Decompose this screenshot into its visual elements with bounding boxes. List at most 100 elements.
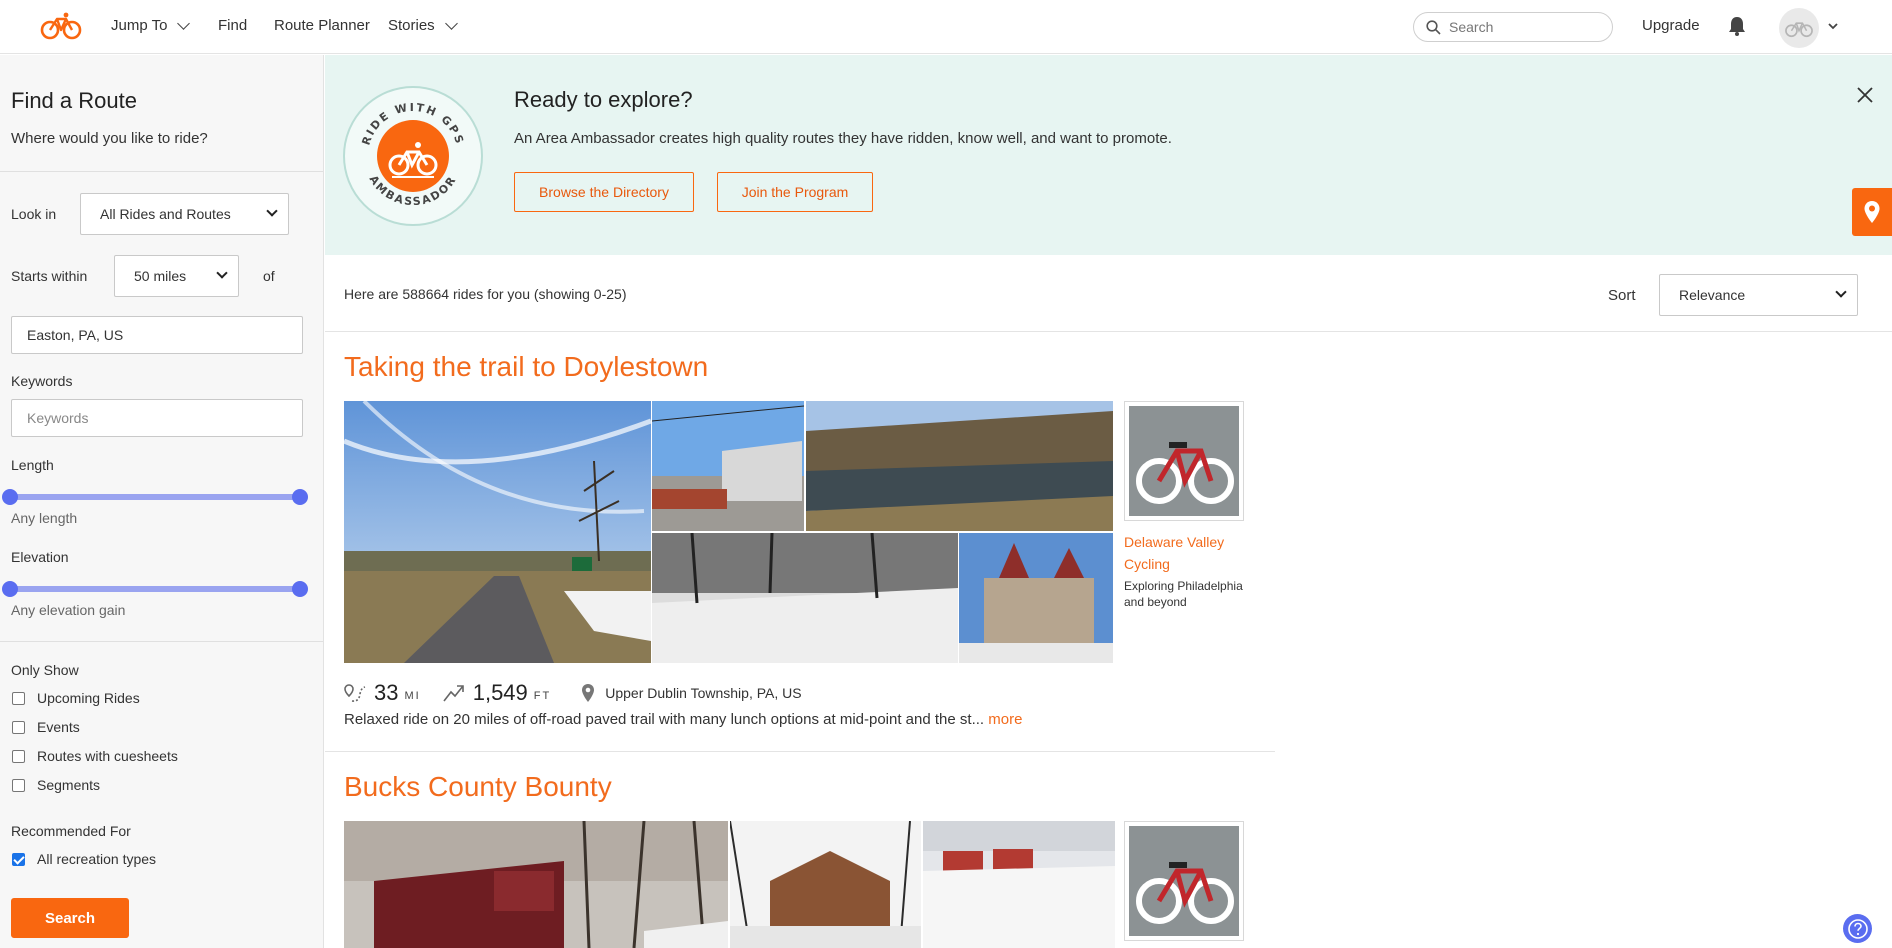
ride-photo[interactable] [730,821,921,948]
location-input[interactable]: Easton, PA, US [11,316,303,354]
checkbox-box[interactable] [12,778,25,792]
ride-with-gps-logo-icon[interactable] [40,10,82,42]
ride-description: Relaxed ride on 20 miles of off-road pav… [344,711,1022,728]
elevation-label: Elevation [11,549,69,565]
user-bike-icon [1785,22,1813,38]
chevron-down-icon [216,267,228,279]
ride-photo[interactable] [923,821,1115,948]
owner-name[interactable]: Delaware Valley Cycling [1124,531,1234,575]
global-search-input[interactable] [1449,19,1599,35]
ride-description-text: Relaxed ride on 20 miles of off-road pav… [344,711,985,728]
sort-select[interactable]: Relevance [1659,274,1858,316]
all-recreation-types-checkbox[interactable]: All recreation types [12,851,156,867]
checkbox-box[interactable] [12,720,25,734]
nav-jump-to-label: Jump To [111,17,168,34]
help-button[interactable] [1843,914,1872,943]
only-show-label: Only Show [11,662,79,678]
look-in-select[interactable]: All Rides and Routes [80,193,289,235]
segments-checkbox[interactable]: Segments [12,777,100,793]
checkbox-box[interactable] [12,691,25,705]
chevron-down-icon [1835,286,1847,298]
nav-find[interactable]: Find [218,17,247,34]
nav-route-planner[interactable]: Route Planner [274,17,370,34]
nav-stories[interactable]: Stories [388,17,458,34]
divider [325,331,1892,332]
more-link[interactable]: more [988,711,1022,728]
route-distance-icon [344,684,366,702]
keywords-label: Keywords [11,373,73,389]
length-label: Length [11,457,54,473]
ride-photo[interactable] [344,821,728,948]
ambassador-badge-icon: RIDE WITH GPS AMBASSADOR [343,86,483,226]
ride-photo[interactable] [959,533,1113,663]
close-icon[interactable] [1855,85,1875,105]
events-checkbox[interactable]: Events [12,719,80,735]
chevron-down-icon[interactable] [1827,21,1839,31]
owner-description: Exploring Philadelphia and beyond [1124,579,1243,609]
chevron-down-icon [177,17,191,30]
look-in-value: All Rides and Routes [100,206,231,222]
starts-within-label: Starts within [11,268,88,284]
ride-photo[interactable] [652,401,804,531]
divider [325,751,1275,752]
owner-avatar[interactable] [1124,401,1244,521]
avatar[interactable] [1779,8,1819,48]
elevation-value: 1,549 [472,680,528,705]
checkbox-label: Upcoming Rides [37,690,140,706]
ride-photo[interactable] [652,533,958,663]
length-min-handle[interactable] [2,489,18,505]
sidebar-title: Find a Route [11,88,137,113]
elevation-slider[interactable] [2,581,308,597]
owner-avatar[interactable] [1124,821,1244,941]
upcoming-rides-checkbox[interactable]: Upcoming Rides [12,690,140,706]
search-icon [1426,19,1441,35]
divider [0,171,323,172]
elevation-gain-icon [443,685,464,702]
nav-find-label: Find [218,17,248,34]
red-bike-icon [1129,826,1239,936]
top-nav: Jump To Find Route Planner Stories Upgra… [0,0,1892,54]
length-slider[interactable] [2,489,308,505]
length-max-handle[interactable] [292,489,308,505]
starts-within-select[interactable]: 50 miles [114,255,239,297]
recommended-for-label: Recommended For [11,823,131,839]
banner-title: Ready to explore? [514,87,693,112]
nav-route-planner-label: Route Planner [274,17,370,34]
search-button[interactable]: Search [11,898,129,938]
browse-directory-button[interactable]: Browse the Directory [514,172,694,212]
chevron-down-icon [266,205,278,217]
ride-photo[interactable] [806,401,1113,531]
results-count: Here are 588664 rides for you (showing 0… [344,286,627,302]
starts-within-value: 50 miles [134,268,187,284]
length-hint: Any length [11,510,78,526]
global-search[interactable] [1413,12,1613,42]
red-bike-icon [1129,406,1239,516]
bell-icon[interactable] [1726,15,1748,37]
distance-value: 33 [374,680,399,705]
routes-with-cuesheets-checkbox[interactable]: Routes with cuesheets [12,748,178,764]
ambassador-banner: RIDE WITH GPS AMBASSADOR Ready to explor… [325,55,1892,255]
map-pin-tab[interactable] [1852,188,1892,236]
checkbox-box[interactable] [12,749,25,763]
join-program-button[interactable]: Join the Program [717,172,873,212]
elevation-hint: Any elevation gain [11,602,126,618]
ride-location: Upper Dublin Township, PA, US [605,685,802,701]
checkbox-box-checked[interactable] [12,852,25,866]
elevation-max-handle[interactable] [292,581,308,597]
search-sidebar: Find a Route Where would you like to rid… [0,55,324,948]
sort-label: Sort [1608,287,1636,304]
upgrade-link[interactable]: Upgrade [1642,17,1700,34]
nav-stories-label: Stories [388,17,435,34]
ride-title[interactable]: Taking the trail to Doylestown [344,351,708,383]
nav-jump-to[interactable]: Jump To [111,17,191,34]
ride-title[interactable]: Bucks County Bounty [344,771,612,803]
chevron-down-icon [444,17,458,30]
keywords-input[interactable]: Keywords [11,399,303,437]
distance-unit: MI [404,690,421,702]
of-label: of [263,268,275,284]
help-icon [1847,918,1868,939]
elevation-min-handle[interactable] [2,581,18,597]
elevation-unit: FT [533,690,552,702]
checkbox-label: Events [37,719,80,735]
ride-photo[interactable] [344,401,651,663]
